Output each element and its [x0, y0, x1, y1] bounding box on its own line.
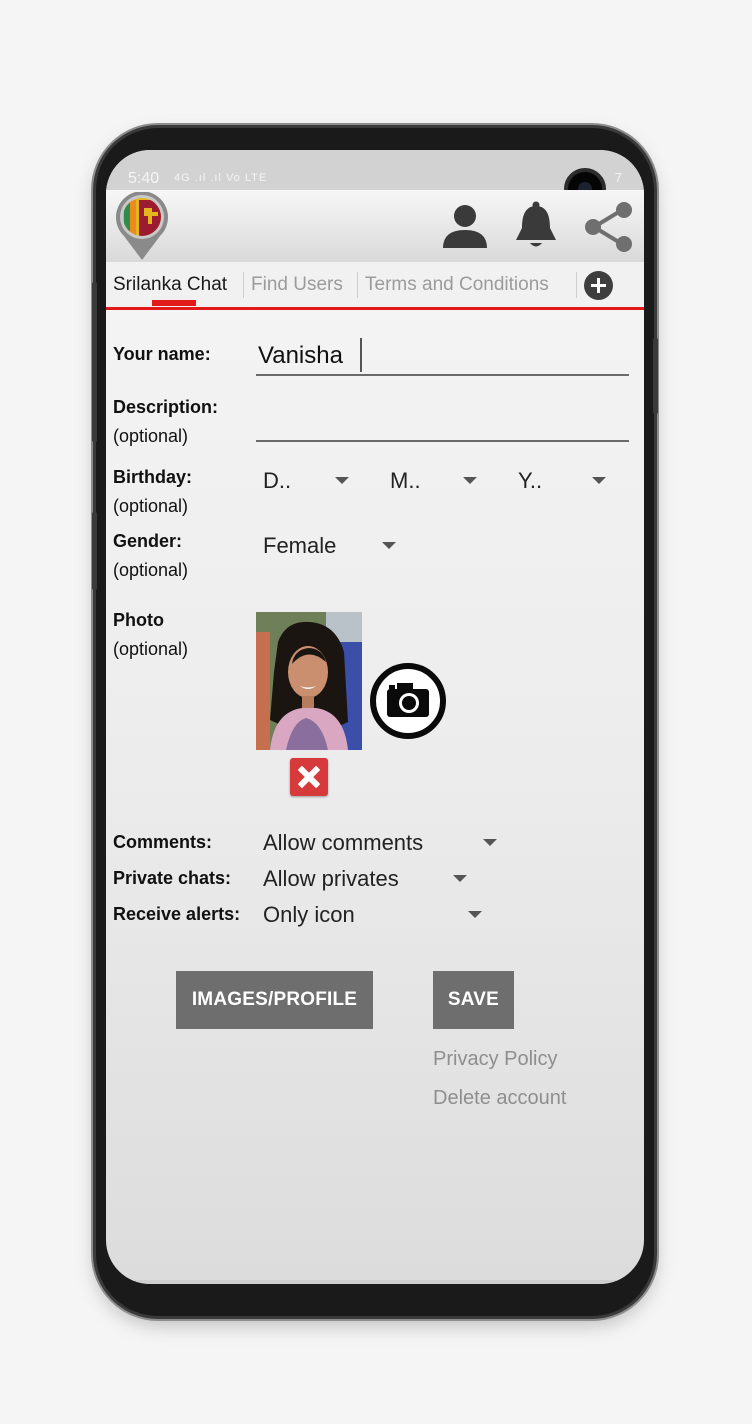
bell-icon[interactable] — [512, 200, 560, 252]
plus-circle-icon[interactable] — [584, 271, 613, 300]
name-input[interactable]: Vanisha — [256, 336, 629, 376]
chevron-down-icon — [468, 911, 482, 918]
chevron-down-icon — [453, 875, 467, 882]
active-tab-indicator — [152, 300, 196, 306]
name-label: Your name: — [113, 344, 211, 364]
birthday-year-select[interactable]: Y.. — [518, 468, 542, 494]
gender-select[interactable]: Female — [263, 533, 336, 559]
tab-divider — [357, 272, 358, 298]
description-label: Description: (optional) — [113, 397, 219, 446]
comments-select[interactable]: Allow comments — [263, 830, 423, 856]
person-icon[interactable] — [440, 200, 490, 250]
camera-icon[interactable] — [369, 662, 447, 740]
private-chats-label: Private chats: — [113, 868, 232, 888]
tab-divider — [243, 272, 244, 298]
chevron-down-icon — [483, 839, 497, 846]
close-icon[interactable] — [290, 758, 328, 796]
birthday-month-select[interactable]: M.. — [390, 468, 421, 494]
chevron-down-icon — [335, 477, 349, 484]
tab-divider — [576, 272, 577, 298]
privacy-policy-link[interactable]: Privacy Policy — [433, 1048, 557, 1071]
comments-label: Comments: — [113, 832, 213, 852]
tab-terms-and-conditions[interactable]: Terms and Conditions — [365, 274, 549, 296]
app-screen: 5:40 4G .ıl .ıl Vo LTE 7 Srilanka Chat F… — [106, 150, 644, 1284]
photo-label: Photo (optional) — [113, 610, 189, 659]
receive-alerts-select[interactable]: Only icon — [263, 902, 355, 928]
save-button[interactable]: SAVE — [433, 971, 514, 1029]
volume-button — [92, 282, 97, 442]
birthday-day-select[interactable]: D.. — [263, 468, 291, 494]
chevron-down-icon — [592, 477, 606, 484]
gender-label: Gender: (optional) — [113, 531, 189, 580]
chevron-down-icon — [463, 477, 477, 484]
status-bar: 5:40 4G .ıl .ıl Vo LTE 7 — [106, 150, 644, 190]
text-cursor — [360, 338, 362, 372]
bixby-button — [92, 512, 97, 590]
status-time: 5:40 — [128, 170, 160, 187]
delete-account-link[interactable]: Delete account — [433, 1087, 566, 1110]
tab-bar: Srilanka Chat Find Users Terms and Condi… — [106, 262, 644, 310]
profile-photo[interactable] — [256, 612, 362, 750]
private-chats-select[interactable]: Allow privates — [263, 866, 399, 892]
birthday-label: Birthday: (optional) — [113, 467, 193, 516]
power-button — [653, 338, 658, 414]
images-profile-button[interactable]: IMAGES/PROFILE — [176, 971, 373, 1029]
tab-srilanka-chat[interactable]: Srilanka Chat — [113, 274, 227, 296]
tab-find-users[interactable]: Find Users — [251, 274, 343, 296]
description-input[interactable] — [256, 402, 629, 442]
share-icon[interactable] — [582, 200, 636, 254]
sri-lanka-map-pin-logo[interactable] — [114, 192, 170, 262]
receive-alerts-label: Receive alerts: — [113, 904, 241, 924]
app-bar — [106, 190, 644, 262]
network-indicator: 4G .ıl .ıl Vo LTE — [174, 172, 268, 184]
battery-indicator: 7 — [614, 170, 622, 185]
bottom-edge — [106, 1280, 644, 1284]
chevron-down-icon — [382, 542, 396, 549]
